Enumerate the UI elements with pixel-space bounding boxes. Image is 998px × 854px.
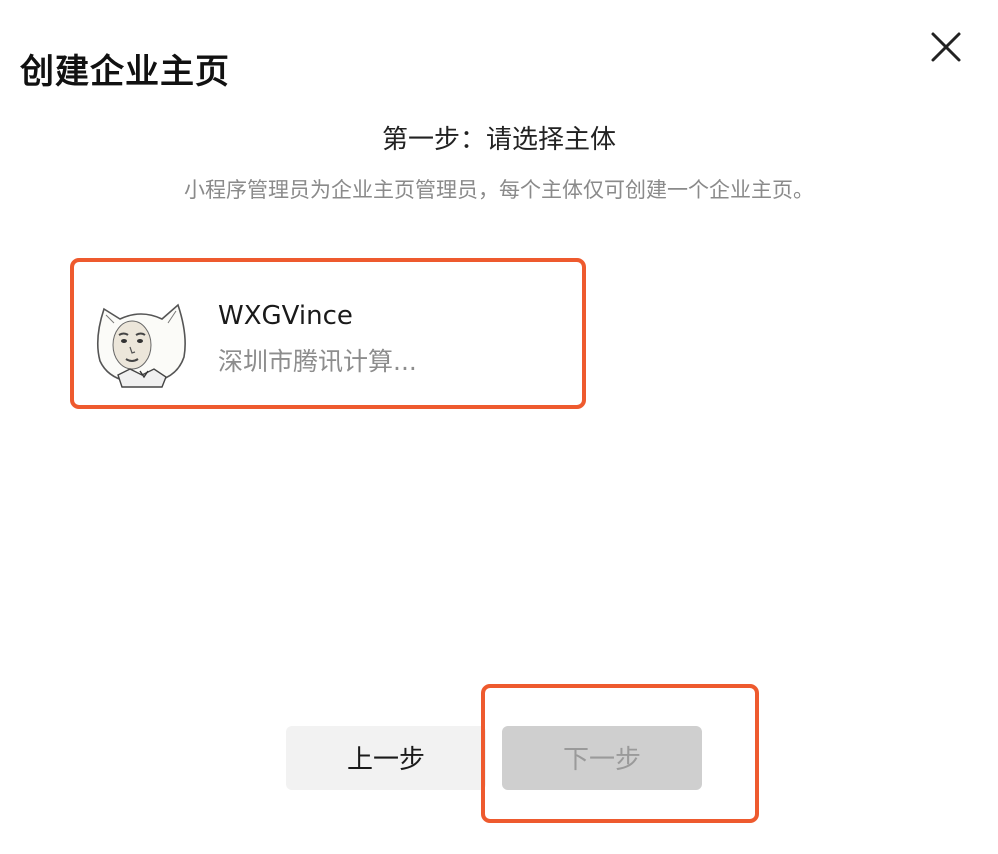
entity-name: WXGVince: [218, 301, 353, 331]
entity-company-name: 深圳市腾讯计算...: [218, 347, 417, 376]
previous-step-button[interactable]: 上一步: [286, 726, 486, 790]
close-button[interactable]: [926, 27, 966, 67]
entity-option-card[interactable]: WXGVince 深圳市腾讯计算...: [70, 258, 586, 409]
dialog-title: 创建企业主页: [20, 52, 230, 92]
cat-face-avatar: [92, 295, 190, 391]
create-enterprise-homepage-dialog: 创建企业主页 第一步：请选择主体 小程序管理员为企业主页管理员，每个主体仅可创建…: [0, 0, 998, 854]
close-icon: [931, 32, 961, 62]
next-step-button[interactable]: 下一步: [502, 726, 702, 790]
step-description: 小程序管理员为企业主页管理员，每个主体仅可创建一个企业主页。: [184, 178, 814, 202]
step-title: 第一步：请选择主体: [381, 125, 616, 155]
